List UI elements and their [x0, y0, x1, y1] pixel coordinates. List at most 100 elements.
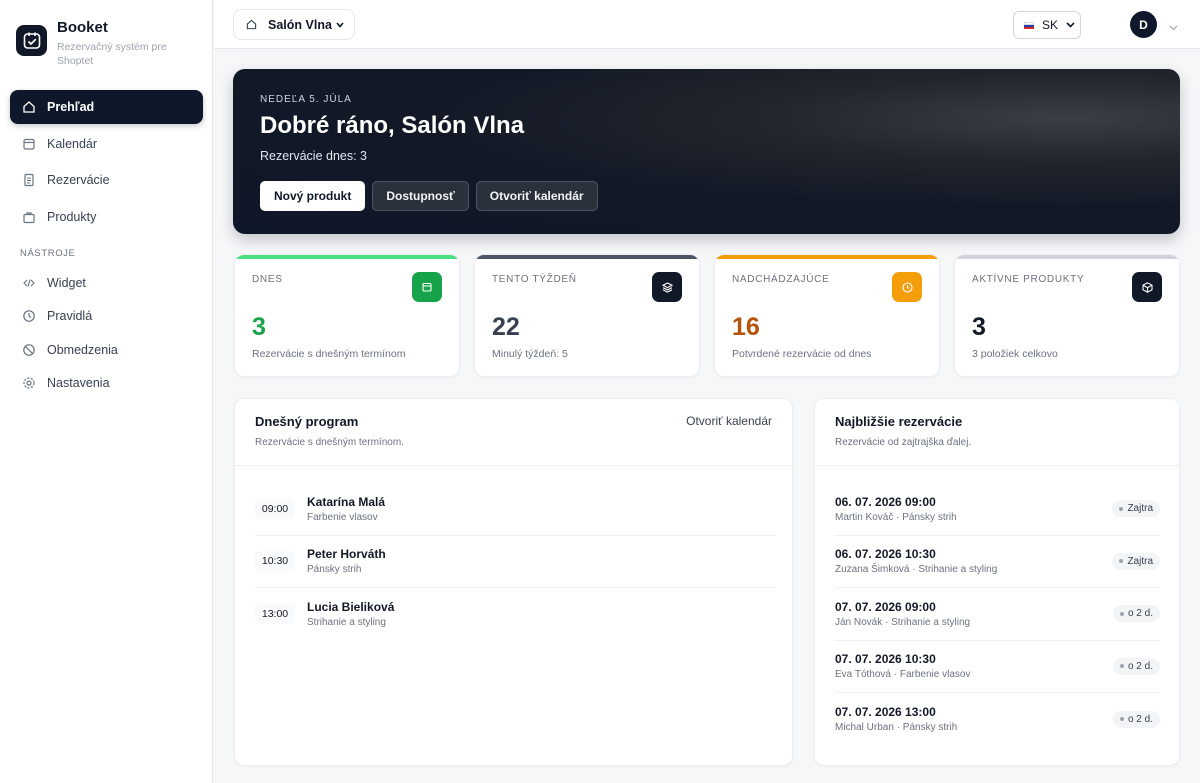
- topbar: Salón Vlna SK D: [214, 0, 1200, 49]
- sidebar-item-label: Widget: [47, 275, 86, 290]
- sidebar-item-label: Rezervácie: [47, 173, 110, 188]
- stat-label: DNES: [252, 274, 283, 285]
- stat-accent-bar: [955, 255, 1179, 259]
- welcome-hero: NEDEĽA 5. JÚLA Dobré ráno, Salón Vlna Re…: [233, 69, 1180, 234]
- sidebar: Booket Rezervačný systém pre Shoptet Pre…: [0, 0, 213, 783]
- program-list: 09:00 Katarína Malá Farbenie vlasov 10:3…: [255, 483, 775, 641]
- stat-accent-bar: [475, 255, 699, 259]
- chevron-down-icon: [1066, 22, 1075, 28]
- stat-note: Minulý týždeň: 5: [492, 348, 568, 360]
- stat-label: AKTÍVNE PRODUKTY: [972, 274, 1085, 285]
- store-select[interactable]: Salón Vlna: [233, 9, 355, 40]
- list-item[interactable]: 13:00 Lucia Bieliková Strihanie a stylin…: [255, 588, 775, 641]
- list-item[interactable]: 09:00 Katarína Malá Farbenie vlasov: [255, 483, 775, 536]
- customer-name: Peter Horváth: [307, 547, 386, 562]
- stat-card-week: TENTO TÝŽDEŇ 22 Minulý týždeň: 5: [474, 254, 700, 377]
- sidebar-item-widget[interactable]: Widget: [10, 267, 203, 298]
- sidebar-item-label: Prehľad: [47, 100, 95, 114]
- open-calendar-link[interactable]: Otvoriť kalendár: [686, 414, 772, 428]
- sidebar-nav: Prehľad Kalendár Rezervácie Produkty NÁS…: [10, 90, 203, 401]
- brand-name: Booket: [57, 19, 108, 36]
- stat-value: 3: [972, 313, 986, 341]
- brand-subtitle: Rezervačný systém pre Shoptet: [57, 41, 167, 67]
- code-icon: [22, 276, 36, 290]
- upcoming-reservations-card: Najbližšie rezervácie Rezervácie od zajt…: [814, 398, 1180, 766]
- sidebar-item-rezervacie[interactable]: Rezervácie: [10, 163, 203, 197]
- sidebar-item-label: Nastavenia: [47, 376, 110, 391]
- time-chip: 13:00: [255, 604, 295, 625]
- reservation-detail: Zuzana Šimková · Strihanie a styling: [835, 564, 998, 576]
- gear-icon: [22, 376, 36, 390]
- service-name: Farbenie vlasov: [307, 511, 378, 523]
- brand[interactable]: Booket Rezervačný systém pre Shoptet: [16, 18, 182, 68]
- divider: [235, 465, 792, 466]
- sidebar-item-kalendar[interactable]: Kalendár: [10, 127, 203, 161]
- stat-value: 3: [252, 313, 266, 341]
- stat-card-today: DNES 3 Rezervácie s dnešným termínom: [234, 254, 460, 377]
- upcoming-list: 06. 07. 2026 09:00 Martin Kováč · Pánsky…: [835, 483, 1160, 746]
- stat-label: TENTO TÝŽDEŇ: [492, 274, 577, 285]
- avatar[interactable]: D: [1130, 11, 1157, 38]
- calendar-icon: [412, 272, 442, 302]
- reservation-datetime: 07. 07. 2026 13:00: [835, 705, 936, 720]
- calendar-icon: [22, 137, 36, 151]
- status-badge: Zajtra: [1112, 500, 1160, 518]
- stat-note: 3 položiek celkovo: [972, 348, 1058, 360]
- time-chip: 10:30: [255, 551, 295, 572]
- new-product-button[interactable]: Nový produkt: [260, 181, 366, 211]
- availability-button[interactable]: Dostupnosť: [372, 181, 469, 211]
- sidebar-item-obmedzenia[interactable]: Obmedzenia: [10, 334, 203, 365]
- status-badge: o 2 d.: [1112, 605, 1160, 623]
- document-icon: [22, 173, 36, 187]
- sidebar-item-produkty[interactable]: Produkty: [10, 200, 203, 234]
- list-item[interactable]: 07. 07. 2026 09:00 Ján Novák · Strihanie…: [835, 588, 1160, 641]
- hero-title: Dobré ráno, Salón Vlna: [260, 112, 525, 139]
- reservation-detail: Ján Novák · Strihanie a styling: [835, 616, 971, 628]
- clock-icon: [22, 309, 36, 323]
- reservation-datetime: 06. 07. 2026 09:00: [835, 494, 936, 509]
- card-subtitle: Rezervácie od zajtrajška ďalej.: [835, 437, 972, 448]
- list-item[interactable]: 07. 07. 2026 10:30 Eva Tóthová · Farbeni…: [835, 641, 1160, 693]
- today-program-card: Dnešný program Otvoriť kalendár Rezervác…: [234, 398, 793, 766]
- status-badge: Zajtra: [1112, 552, 1160, 570]
- stat-accent-bar: [235, 255, 459, 259]
- list-item[interactable]: 07. 07. 2026 13:00 Michal Urban · Pánsky…: [835, 693, 1160, 746]
- hero-subtitle: Rezervácie dnes: 3: [260, 149, 368, 163]
- clock-icon: [892, 272, 922, 302]
- hero-date: NEDEĽA 5. JÚLA: [260, 94, 352, 105]
- customer-name: Katarína Malá: [307, 494, 386, 509]
- stat-label: NADCHÁDZAJÚCE: [732, 274, 830, 285]
- reservation-datetime: 07. 07. 2026 09:00: [835, 599, 936, 614]
- chevron-down-icon[interactable]: [1169, 18, 1178, 36]
- list-item[interactable]: 06. 07. 2026 10:30 Zuzana Šimková · Stri…: [835, 536, 1160, 588]
- customer-name: Lucia Bieliková: [307, 600, 395, 615]
- sidebar-item-prehlad[interactable]: Prehľad: [10, 90, 203, 124]
- stat-note: Potvrdené rezervácie od dnes: [732, 348, 872, 360]
- reservation-datetime: 06. 07. 2026 10:30: [835, 547, 936, 562]
- box-icon: [1132, 272, 1162, 302]
- language-code: SK: [1042, 18, 1059, 32]
- reservation-detail: Michal Urban · Pánsky strih: [835, 722, 958, 734]
- layers-icon: [652, 272, 682, 302]
- chevron-down-icon: [336, 21, 344, 28]
- sidebar-item-label: Pravidlá: [47, 309, 93, 324]
- store-name: Salón Vlna: [268, 17, 332, 32]
- stat-card-products: AKTÍVNE PRODUKTY 3 3 položiek celkovo: [954, 254, 1180, 377]
- list-item[interactable]: 10:30 Peter Horváth Pánsky strih: [255, 536, 775, 588]
- reservation-detail: Martin Kováč · Pánsky strih: [835, 511, 957, 523]
- logo-icon: [16, 25, 47, 56]
- sidebar-item-pravidla[interactable]: Pravidlá: [10, 301, 203, 332]
- list-item[interactable]: 06. 07. 2026 09:00 Martin Kováč · Pánsky…: [835, 483, 1160, 536]
- sidebar-item-label: Kalendár: [47, 136, 98, 151]
- service-name: Strihanie a styling: [307, 617, 386, 629]
- open-calendar-button[interactable]: Otvoriť kalendár: [475, 181, 598, 211]
- reservation-detail: Eva Tóthová · Farbenie vlasov: [835, 669, 971, 681]
- service-name: Pánsky strih: [307, 564, 362, 576]
- language-select[interactable]: SK: [1013, 11, 1081, 39]
- sidebar-item-label: Produkty: [47, 210, 97, 225]
- status-badge: o 2 d.: [1112, 710, 1160, 728]
- bag-icon: [22, 210, 36, 224]
- sidebar-item-nastavenia[interactable]: Nastavenia: [10, 368, 203, 399]
- card-title: Dnešný program: [255, 414, 359, 429]
- tools-section-label: NÁSTROJE: [20, 248, 76, 260]
